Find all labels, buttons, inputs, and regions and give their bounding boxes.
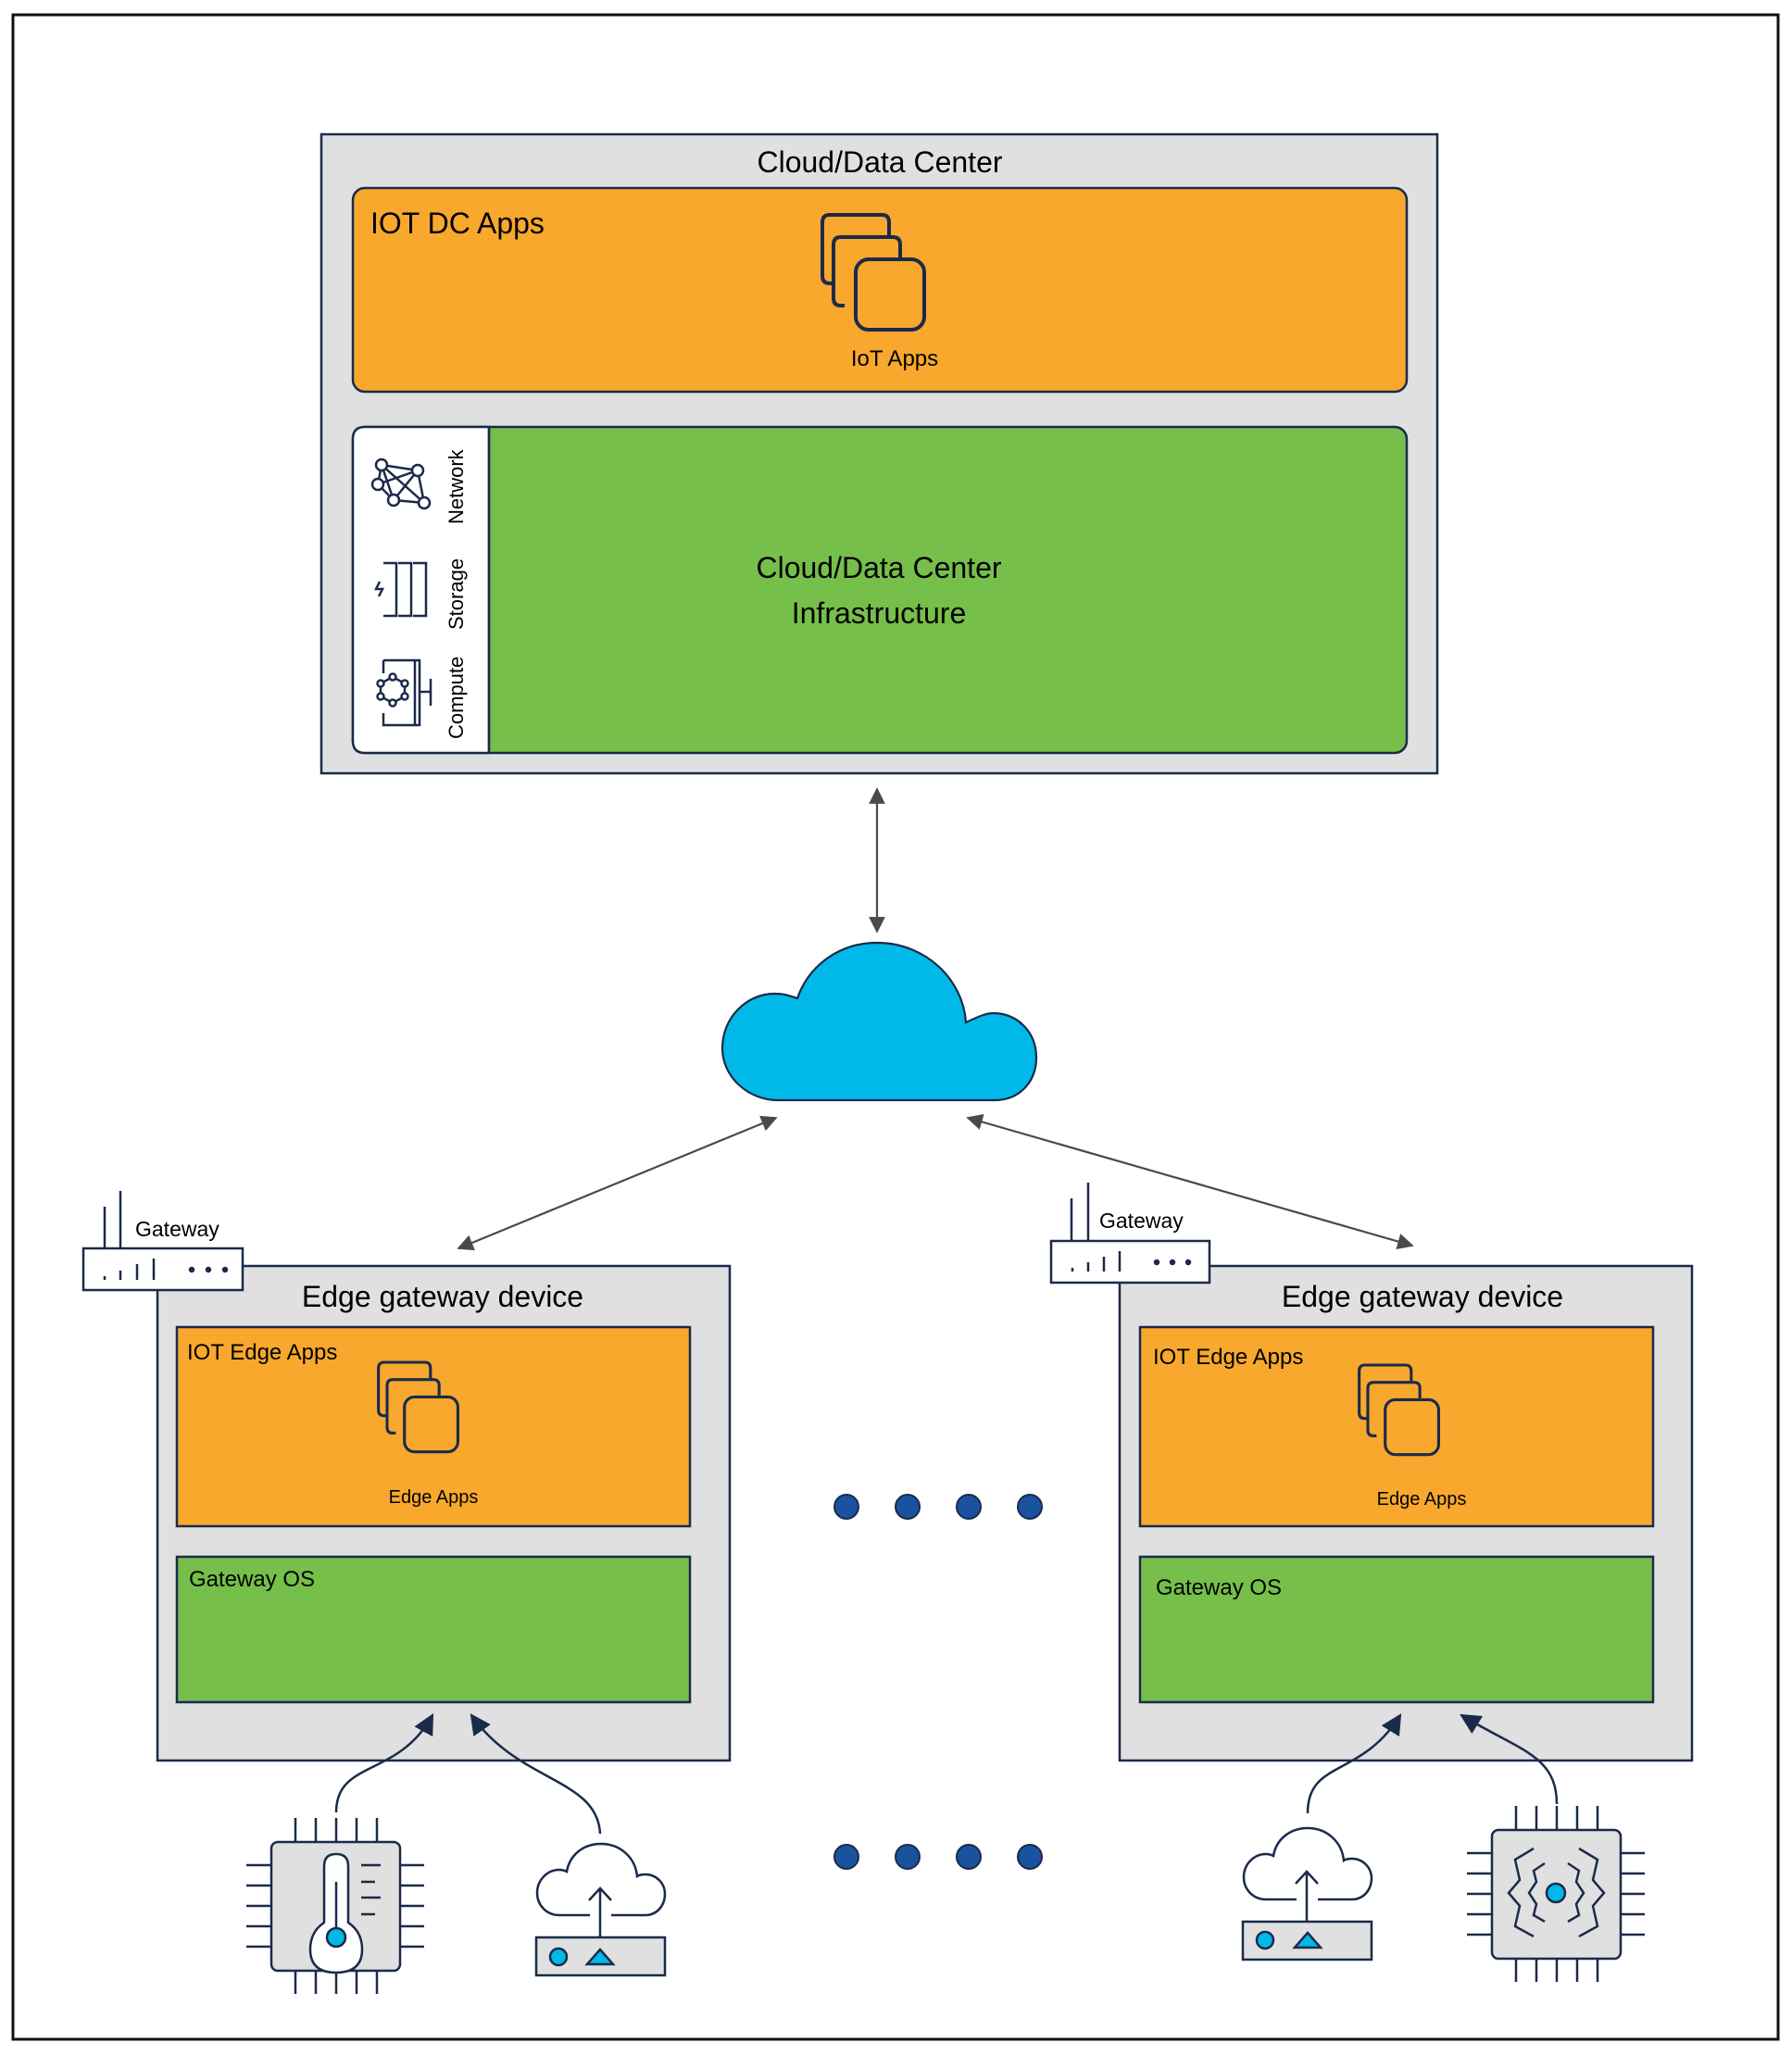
gateway-os-title: Gateway OS (189, 1567, 315, 1592)
gateway-os-panel: Gateway OS (175, 1555, 692, 1704)
edge-device-title: Edge gateway device (1282, 1280, 1563, 1313)
ellipsis-dot (895, 1494, 921, 1520)
ellipsis-dot (895, 1844, 921, 1870)
ellipsis-dot (1017, 1494, 1043, 1520)
network-label: Network (445, 448, 468, 524)
infra-title-line2: Infrastructure (792, 596, 967, 630)
edge-apps-label: Edge Apps (1377, 1489, 1467, 1510)
iot-edge-apps-title: IOT Edge Apps (187, 1340, 337, 1365)
edge-apps-label: Edge Apps (389, 1487, 479, 1508)
compute-label: Compute (445, 657, 468, 739)
gateway-label: Gateway (1099, 1209, 1184, 1233)
vibration-sensor-chip-icon (1467, 1806, 1645, 1982)
cloud-dc-title: Cloud/Data Center (757, 145, 1002, 179)
edge-gateway-device-right: Edge gateway device IOT Edge Apps Edge A… (1049, 1183, 1694, 1762)
gateway-label: Gateway (135, 1217, 219, 1241)
gateway-os-title: Gateway OS (1156, 1575, 1282, 1600)
ellipsis-dot (833, 1844, 859, 1870)
iot-edge-apps-panel: IOT Edge Apps Edge Apps (175, 1325, 692, 1528)
iot-dc-apps-panel: IOT DC Apps IoT Apps (351, 186, 1409, 394)
iot-dc-apps-title: IOT DC Apps (370, 207, 545, 240)
ellipsis-dot (956, 1494, 982, 1520)
gateway-os-panel: Gateway OS (1138, 1555, 1655, 1704)
cloud-data-center-box: Cloud/Data Center IOT DC Apps IoT Apps N… (320, 132, 1439, 775)
temperature-sensor-chip-icon (246, 1818, 424, 1994)
iot-edge-apps-panel: IOT Edge Apps Edge Apps (1138, 1325, 1655, 1528)
iot-architecture-diagram: Cloud/Data Center IOT DC Apps IoT Apps N… (11, 13, 1780, 2041)
ellipsis-dot (956, 1844, 982, 1870)
iot-edge-apps-title: IOT Edge Apps (1153, 1345, 1303, 1370)
storage-label: Storage (445, 558, 468, 630)
iot-apps-label: IoT Apps (851, 346, 938, 371)
ellipsis-dot (1017, 1844, 1043, 1870)
infrastructure-panel: Network Storage Compute Cloud/Data Cente… (351, 425, 1409, 755)
ellipsis-dot (833, 1494, 859, 1520)
edge-gateway-device-left: Edge gateway device IOT Edge Apps Edge A… (81, 1191, 732, 1762)
edge-device-title: Edge gateway device (302, 1280, 583, 1313)
infra-title-line1: Cloud/Data Center (756, 551, 1001, 584)
